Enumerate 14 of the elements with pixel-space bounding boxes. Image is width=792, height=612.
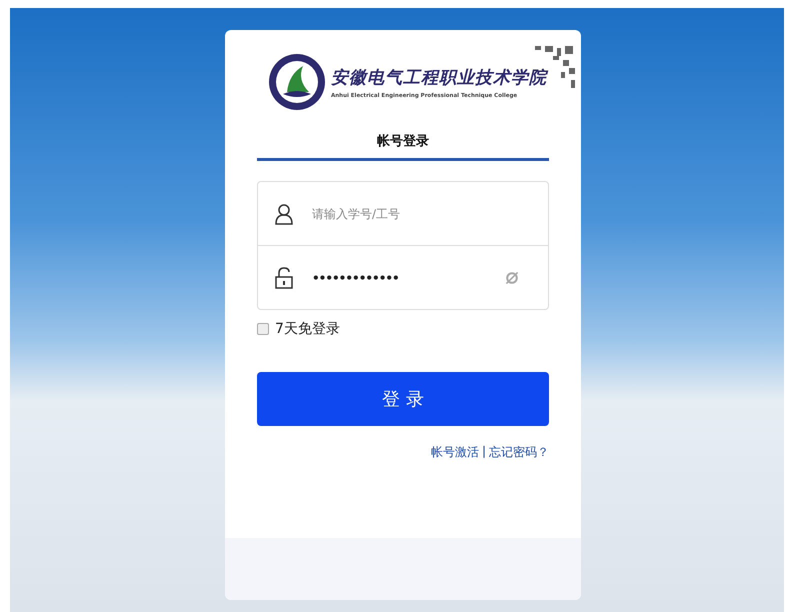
college-emblem-icon [267,52,327,112]
unlocked-padlock-icon [274,266,294,288]
remember-label: 7天免登录 [275,320,340,338]
login-tab[interactable]: 帐号登录 [257,132,549,161]
activate-account-link[interactable]: 帐号激活 [430,444,479,461]
user-icon [274,202,294,224]
eye-hidden-icon[interactable] [504,270,520,286]
remember-checkbox[interactable] [257,323,269,335]
link-separator: | [482,444,486,460]
forgot-password-link[interactable]: 忘记密码？ [489,444,549,461]
login-button[interactable]: 登 录 [257,372,549,426]
college-name: 安徽电气工程职业技术学院 [331,66,547,88]
username-field[interactable]: 请输入学号/工号 [310,206,532,222]
password-field[interactable]: ••••••••••••• [310,270,504,286]
